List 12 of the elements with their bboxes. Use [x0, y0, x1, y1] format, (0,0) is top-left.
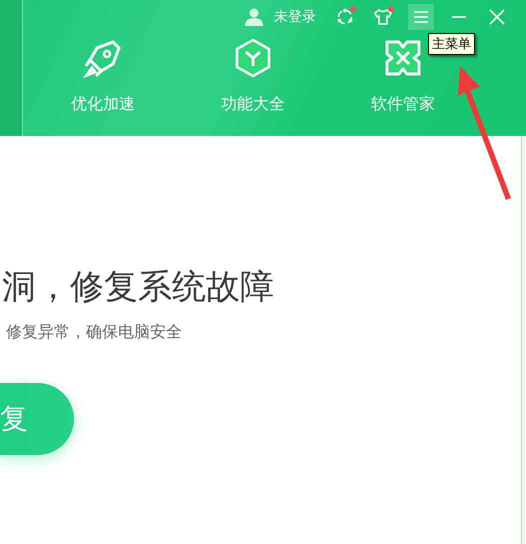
login-link[interactable]: 未登录	[274, 8, 316, 26]
clover-icon[interactable]	[383, 38, 423, 78]
hexagon-icon[interactable]	[233, 38, 273, 78]
tooltip: 主菜单	[428, 33, 475, 55]
repair-button[interactable]: 复	[0, 383, 74, 455]
rocket-icon[interactable]	[83, 38, 123, 78]
nav-tab[interactable]: 优化加速	[71, 94, 135, 115]
user-icon[interactable]	[244, 7, 264, 27]
headline: 洞，修复系统故障	[1, 266, 274, 309]
nav-tab[interactable]: 功能大全	[221, 94, 285, 115]
nav-tab[interactable]: 软件管家	[371, 94, 435, 115]
subtitle: 修复异常，确保电脑安全	[5, 322, 182, 343]
